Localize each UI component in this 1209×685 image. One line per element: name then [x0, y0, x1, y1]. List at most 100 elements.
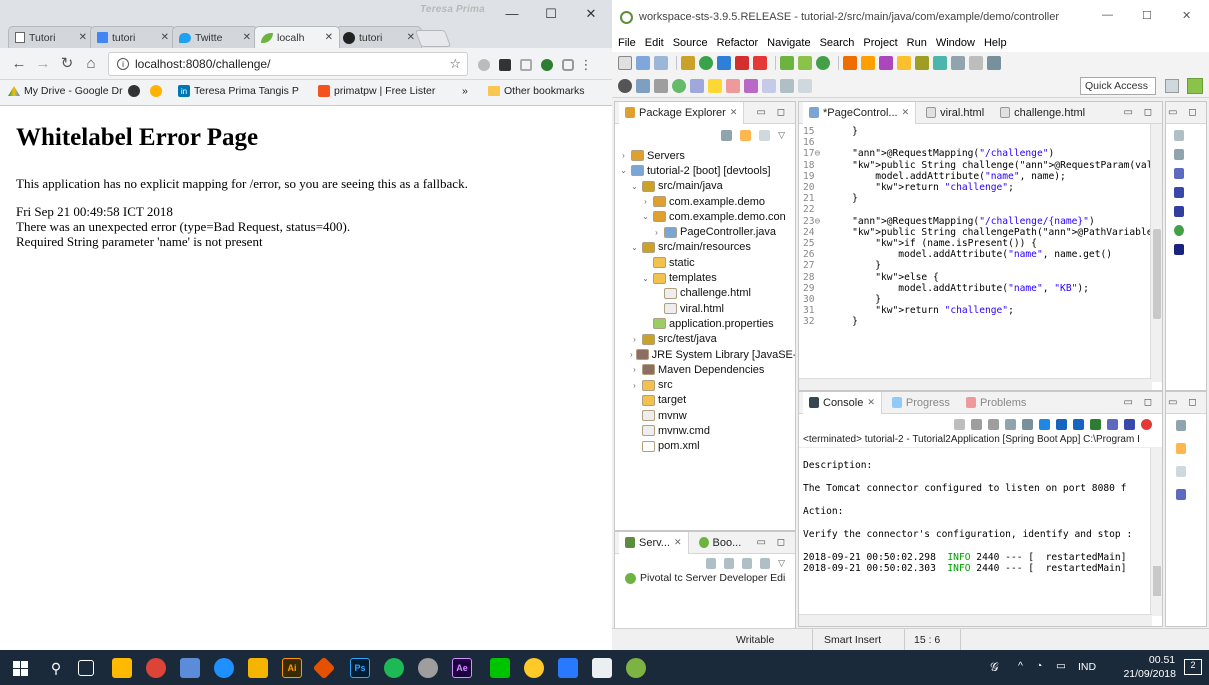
menu-edit[interactable]: Edit	[645, 37, 664, 49]
tree-item[interactable]: application.properties	[615, 316, 795, 331]
app-icon[interactable]	[418, 658, 438, 678]
clear-console-icon[interactable]	[1005, 418, 1016, 430]
edge-icon[interactable]	[214, 658, 234, 678]
tab-close-icon[interactable]: ✕	[243, 32, 251, 43]
extension-icon-1[interactable]	[478, 59, 490, 71]
after-effects-icon[interactable]: Ae	[452, 658, 472, 678]
console-vscrollbar[interactable]	[1150, 448, 1162, 616]
focus-icon[interactable]	[759, 129, 771, 141]
reload-icon[interactable]: ↻	[58, 55, 76, 73]
gradle-icon[interactable]	[816, 56, 830, 70]
bookmark-other[interactable]: Other bookmarks	[488, 85, 585, 97]
tree-item[interactable]: › Maven Dependencies	[615, 362, 795, 377]
view-icon[interactable]	[690, 78, 704, 93]
illustrator-icon[interactable]: Ai	[282, 658, 302, 678]
tab-close-icon[interactable]: ✕	[325, 32, 333, 43]
scroll-lock-icon[interactable]	[1022, 418, 1033, 430]
menu-navigate[interactable]: Navigate	[767, 37, 810, 49]
tree-toggle-icon[interactable]: ›	[641, 197, 650, 206]
menu-run[interactable]: Run	[907, 37, 927, 49]
browser-tab-active[interactable]: localh ✕	[254, 26, 340, 48]
server-icon[interactable]	[618, 78, 632, 93]
browser-tab[interactable]: Tutori ✕	[8, 26, 94, 48]
minimize-button[interactable]: —	[497, 6, 527, 21]
spring-perspective-icon[interactable]	[1187, 78, 1203, 94]
tree-item[interactable]: › src	[615, 377, 795, 392]
git-icon[interactable]	[312, 656, 336, 680]
store-icon[interactable]	[112, 658, 132, 678]
tree-toggle-icon[interactable]: ›	[630, 350, 633, 359]
menu-window[interactable]: Window	[936, 37, 975, 49]
new-tab-button[interactable]	[414, 30, 452, 47]
view-menu-icon[interactable]: ▽	[778, 130, 785, 141]
tab-boot-dashboard[interactable]: Boo...	[693, 532, 748, 554]
tree-item[interactable]: › src/test/java	[615, 332, 795, 347]
bookmark-linkedin[interactable]: in Teresa Prima Tangis P	[178, 85, 299, 97]
save-icon[interactable]	[636, 56, 650, 70]
prev-edit-icon[interactable]	[762, 78, 776, 93]
close-editor-icon[interactable]: ✕	[902, 107, 910, 118]
tree-item[interactable]: › PageController.java	[615, 224, 795, 239]
menu-search[interactable]: Search	[820, 37, 855, 49]
tree-toggle-icon[interactable]: ⌄	[619, 166, 628, 175]
paragraph-icon[interactable]	[987, 56, 1001, 70]
tree-item[interactable]: › com.example.demo	[615, 194, 795, 209]
tree-item[interactable]: ⌄ templates	[615, 270, 795, 285]
view-minmax[interactable]: ▭ ◻	[756, 537, 789, 548]
mark-icon[interactable]	[951, 56, 965, 70]
tab-close-icon[interactable]: ✕	[79, 32, 87, 43]
next-annotation-icon[interactable]	[744, 78, 758, 93]
debug-icon[interactable]	[681, 56, 695, 70]
new-spring-icon[interactable]	[798, 56, 812, 70]
boot-console-icon[interactable]	[1141, 418, 1152, 430]
tree-toggle-icon[interactable]: ⌄	[641, 274, 650, 283]
tab-viral-html[interactable]: viral.html	[920, 102, 990, 124]
view-menu-icon[interactable]: ▽	[778, 558, 785, 569]
forward-icon[interactable]: →	[34, 55, 52, 73]
tree-toggle-icon[interactable]: ›	[619, 151, 628, 160]
wifi-icon[interactable]: ◔	[1036, 660, 1042, 672]
tree-toggle-icon[interactable]: ⌄	[630, 243, 639, 252]
skip-breakpoints-icon[interactable]	[654, 78, 668, 93]
hide-nonpublic-icon[interactable]	[1174, 225, 1184, 236]
open-type-icon[interactable]	[861, 56, 875, 70]
vscode-icon[interactable]	[558, 658, 578, 678]
tab-close-icon[interactable]: ✕	[161, 32, 169, 43]
annotation-icon[interactable]	[726, 78, 740, 93]
tree-item[interactable]: viral.html	[615, 301, 795, 316]
bookmark-drive[interactable]: My Drive - Google Dr	[8, 85, 123, 97]
home-icon[interactable]: ⌂	[82, 55, 100, 73]
file-explorer-icon[interactable]	[248, 658, 268, 678]
sts-taskbar-icon[interactable]	[592, 658, 612, 678]
windows-start-icon[interactable]	[10, 658, 30, 678]
green-dot-icon[interactable]	[672, 78, 686, 93]
bookmark-icons[interactable]	[128, 85, 162, 97]
side-icon[interactable]	[1176, 489, 1186, 500]
tree-toggle-icon[interactable]: ›	[630, 381, 639, 390]
tree-item[interactable]: static	[615, 255, 795, 270]
minimize-button[interactable]: —	[1102, 9, 1113, 21]
task-icon[interactable]	[879, 56, 893, 70]
terminate-icon[interactable]	[988, 418, 999, 430]
profile-name[interactable]: Teresa Prima	[420, 4, 485, 15]
pin-icon[interactable]	[915, 56, 929, 70]
tree-toggle-icon[interactable]: ⌄	[641, 212, 650, 221]
console-minmax[interactable]: ▭ ◻	[1123, 397, 1156, 408]
clock-time[interactable]: 00.51	[1132, 654, 1192, 666]
spring-icon[interactable]	[780, 56, 794, 70]
tree-toggle-icon[interactable]: ›	[630, 335, 639, 344]
close-button[interactable]: ✕	[1182, 9, 1191, 22]
extension-icon-2[interactable]	[520, 59, 532, 71]
link-editor-icon[interactable]	[740, 129, 752, 141]
menu-help[interactable]: Help	[984, 37, 1007, 49]
tab-servers[interactable]: Serv... ✕	[619, 532, 689, 554]
close-view-icon[interactable]: ✕	[867, 397, 875, 408]
incognito-icon[interactable]	[499, 59, 511, 71]
tree-item[interactable]: mvnw	[615, 408, 795, 423]
hide-fields-icon[interactable]	[1174, 187, 1184, 198]
menu-source[interactable]: Source	[673, 37, 708, 49]
server-stop-icon[interactable]	[760, 557, 771, 569]
explorer-app-icon[interactable]	[180, 658, 200, 678]
people-icon[interactable]: 𝒢	[990, 660, 999, 675]
code-area[interactable]: 15 } 16 17⊖ "ann">@RequestMapping("/challe…	[799, 124, 1162, 328]
